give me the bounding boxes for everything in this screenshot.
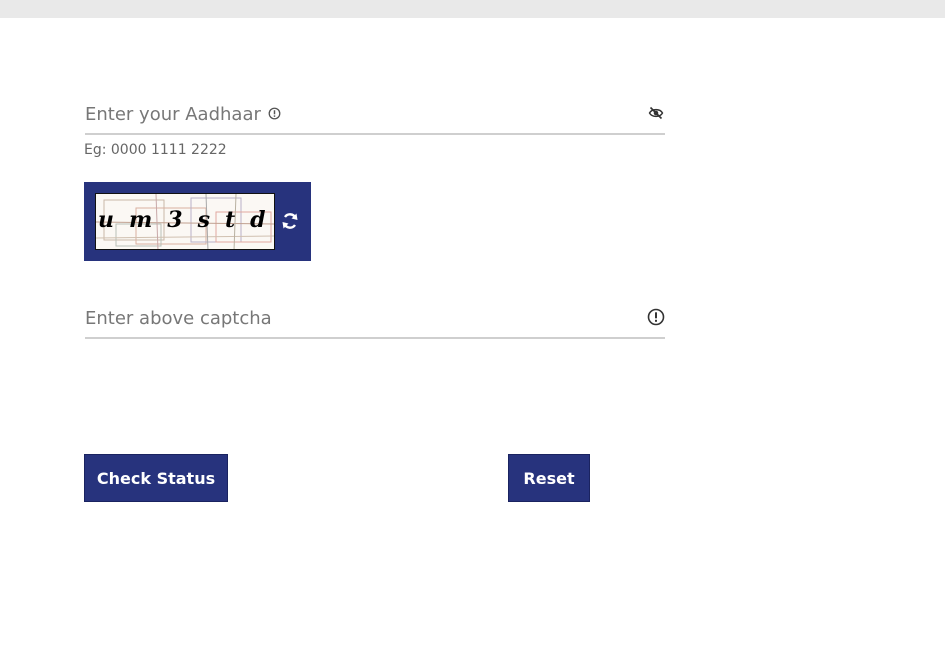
captcha-field[interactable] bbox=[85, 299, 665, 339]
info-circle-icon[interactable] bbox=[268, 107, 281, 120]
reset-button[interactable]: Reset bbox=[508, 454, 590, 502]
captcha-panel: um3std bbox=[84, 182, 311, 261]
refresh-icon[interactable] bbox=[280, 211, 300, 231]
aadhaar-input[interactable] bbox=[85, 95, 625, 133]
aadhaar-field[interactable] bbox=[85, 95, 665, 135]
aadhaar-hint: Eg: 0000 1111 2222 bbox=[84, 142, 227, 158]
captcha-input[interactable] bbox=[85, 299, 625, 337]
check-status-button[interactable]: Check Status bbox=[84, 454, 228, 502]
top-bar bbox=[0, 0, 945, 18]
eye-off-icon[interactable] bbox=[648, 105, 664, 121]
captcha-text: um3std bbox=[98, 207, 275, 233]
info-circle-icon[interactable] bbox=[647, 308, 665, 326]
captcha-image: um3std bbox=[95, 193, 275, 250]
